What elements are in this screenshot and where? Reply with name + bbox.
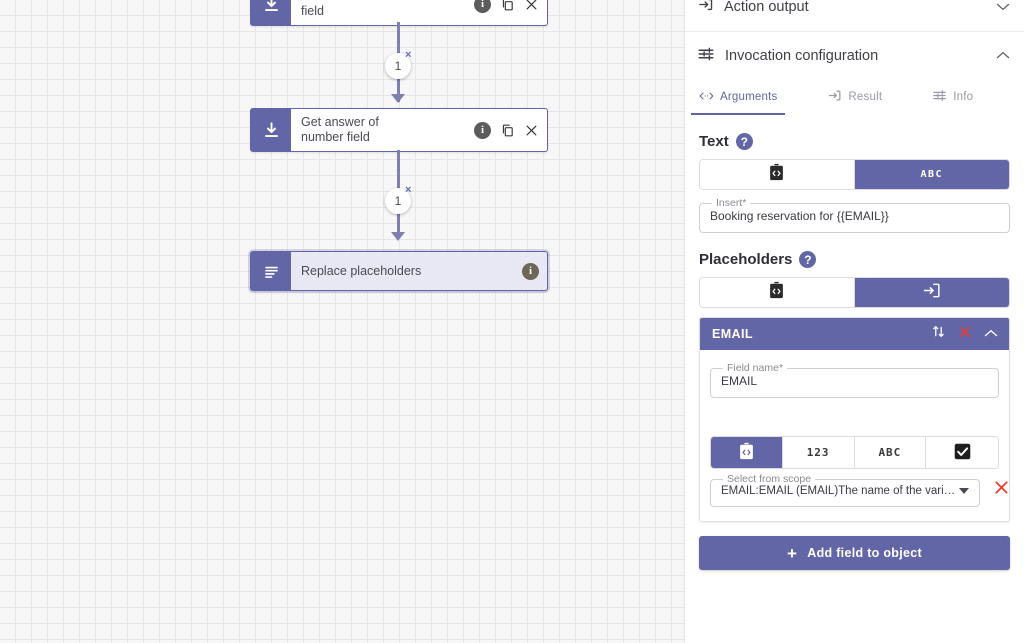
add-field-to-object-button[interactable]: + Add field to object bbox=[699, 536, 1010, 570]
tab-result[interactable]: Result bbox=[819, 83, 890, 115]
copy-icon[interactable] bbox=[500, 0, 515, 12]
flow-node-actions: i bbox=[468, 121, 539, 139]
chevron-down-icon[interactable] bbox=[996, 1, 1010, 13]
copy-icon[interactable] bbox=[500, 123, 515, 138]
help-icon[interactable]: ? bbox=[799, 251, 817, 268]
help-icon[interactable]: ? bbox=[735, 133, 753, 150]
abc-icon: ABC bbox=[920, 169, 944, 180]
scope-row: Select from scope EMAIL:EMAIL (EMAIL)The… bbox=[710, 473, 1008, 507]
sliders-icon bbox=[932, 88, 947, 106]
config-tabs: Arguments Result Info bbox=[685, 83, 1024, 115]
tab-label: Result bbox=[848, 91, 883, 103]
text-insert-value[interactable]: Booking reservation for {{EMAIL}} bbox=[710, 209, 999, 232]
flow-edge-badge-label: 1 bbox=[394, 59, 402, 73]
info-icon[interactable]: i bbox=[522, 262, 539, 280]
field-name-field[interactable]: Field name* EMAIL bbox=[710, 362, 999, 398]
info-icon[interactable]: i bbox=[474, 0, 491, 13]
plus-icon: + bbox=[787, 543, 798, 563]
app-root: Get answer of date field i bbox=[0, 0, 1024, 643]
list-icon bbox=[251, 252, 291, 290]
scope-legend: Select from scope bbox=[727, 473, 812, 485]
section-title-placeholders: Placeholders ? bbox=[699, 251, 1010, 268]
placeholder-card-email: EMAIL Field name* EMAIL 123 ABC Select f… bbox=[699, 317, 1010, 522]
flow-edge-arrow-icon bbox=[391, 94, 405, 103]
close-icon[interactable] bbox=[524, 123, 539, 138]
placeholders-mode-code-button[interactable] bbox=[700, 278, 855, 307]
divider bbox=[685, 31, 1024, 32]
tab-info[interactable]: Info bbox=[924, 83, 981, 115]
section-placeholders: Placeholders ? EMAIL Field name* EMAIL 1… bbox=[685, 251, 1024, 522]
value-type-code-button[interactable] bbox=[711, 437, 783, 468]
tab-spacer bbox=[785, 83, 819, 115]
field-name-legend: Field name* bbox=[727, 362, 784, 374]
placeholder-card-title: EMAIL bbox=[712, 327, 753, 341]
flow-node-title: Get answer of date field bbox=[301, 0, 407, 18]
text-mode-toggle: ABC bbox=[699, 159, 1010, 190]
select-from-scope-field[interactable]: Select from scope EMAIL:EMAIL (EMAIL)The… bbox=[710, 473, 981, 507]
value-type-toggle: 123 ABC bbox=[710, 436, 999, 469]
tab-label: Info bbox=[953, 91, 974, 103]
section-label: Text bbox=[699, 133, 729, 150]
chevron-down-icon[interactable] bbox=[959, 488, 970, 494]
accordion-action-output[interactable]: Action output bbox=[685, 0, 1024, 22]
info-icon[interactable]: i bbox=[474, 121, 491, 139]
code-icon bbox=[699, 90, 714, 105]
placeholders-mode-toggle bbox=[699, 277, 1010, 308]
section-title-text: Text ? bbox=[699, 133, 1010, 150]
output-icon bbox=[827, 88, 842, 106]
flow-node-title: Get answer of number field bbox=[301, 115, 379, 144]
clipboard-code-icon bbox=[768, 281, 785, 305]
value-type-string-button[interactable]: ABC bbox=[854, 437, 927, 468]
accordion-invocation-configuration[interactable]: Invocation configuration bbox=[685, 41, 1024, 71]
section-label: Placeholders bbox=[699, 251, 793, 268]
flow-edge-remove-icon[interactable]: × bbox=[405, 50, 411, 61]
text-mode-code-button[interactable] bbox=[700, 160, 855, 189]
text-insert-legend: Insert* bbox=[716, 197, 747, 209]
section-text: Text ? ABC Insert* Booking reservation f… bbox=[685, 133, 1024, 233]
tab-spacer bbox=[890, 83, 924, 115]
text-insert-field[interactable]: Insert* Booking reservation for {{EMAIL}… bbox=[699, 197, 1010, 233]
flow-node-title: Replace placeholders bbox=[301, 263, 422, 278]
input-box-icon bbox=[922, 282, 941, 304]
placeholders-mode-object-button[interactable] bbox=[854, 278, 1009, 307]
flow-node-get-answer-number[interactable]: Get answer of number field i bbox=[250, 108, 548, 152]
flow-node-actions: i bbox=[468, 0, 539, 13]
flow-edge-remove-icon[interactable]: × bbox=[405, 185, 411, 196]
add-field-label: Add field to object bbox=[807, 546, 922, 560]
sort-icon[interactable] bbox=[931, 324, 946, 344]
value-type-boolean-button[interactable] bbox=[926, 437, 998, 468]
tab-label: Arguments bbox=[720, 91, 778, 103]
accordion-title: Invocation configuration bbox=[725, 48, 879, 64]
flow-canvas[interactable]: Get answer of date field i bbox=[0, 0, 684, 643]
flow-edge-badge-label: 1 bbox=[394, 194, 402, 208]
placeholder-card-body: Field name* EMAIL 123 ABC Select from sc… bbox=[700, 350, 1009, 521]
accordion-title: Action output bbox=[724, 0, 809, 15]
flow-node-actions: i bbox=[516, 262, 539, 280]
close-icon[interactable] bbox=[524, 0, 539, 12]
clipboard-code-icon bbox=[768, 163, 785, 187]
sliders-icon bbox=[697, 45, 715, 68]
config-panel: Action output Invocation configuration A… bbox=[684, 0, 1024, 643]
download-icon bbox=[251, 109, 291, 151]
scope-value-row[interactable]: EMAIL:EMAIL (EMAIL)The name of the vari… bbox=[721, 485, 970, 506]
scope-value: EMAIL:EMAIL (EMAIL)The name of the vari… bbox=[721, 485, 956, 497]
text-mode-string-button[interactable]: ABC bbox=[854, 160, 1009, 189]
download-icon bbox=[251, 0, 291, 25]
tab-arguments[interactable]: Arguments bbox=[691, 83, 786, 115]
clear-x-icon[interactable] bbox=[992, 478, 1009, 507]
chevron-up-icon[interactable] bbox=[984, 325, 998, 343]
checkbox-icon bbox=[953, 442, 972, 464]
clipboard-code-icon bbox=[738, 442, 755, 464]
output-icon bbox=[697, 0, 714, 18]
delete-x-icon[interactable] bbox=[957, 324, 973, 345]
value-type-number-button[interactable]: 123 bbox=[782, 437, 855, 468]
flow-node-replace-placeholders[interactable]: Replace placeholders i bbox=[250, 251, 548, 291]
field-name-value[interactable]: EMAIL bbox=[721, 374, 988, 397]
chevron-up-icon[interactable] bbox=[996, 50, 1010, 62]
flow-edge-arrow-icon bbox=[391, 232, 405, 241]
placeholder-card-header[interactable]: EMAIL bbox=[700, 318, 1009, 350]
